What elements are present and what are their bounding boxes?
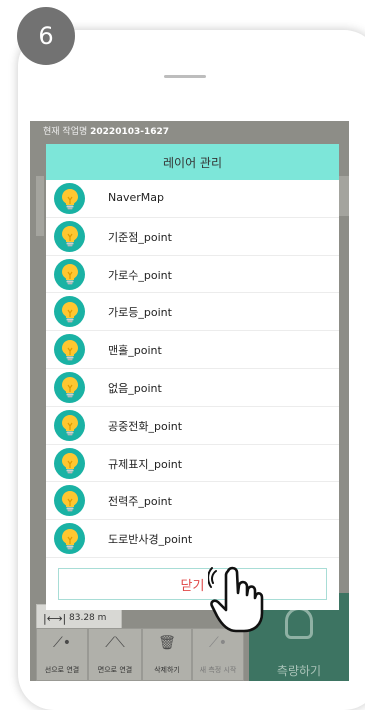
side-panel-right [339, 176, 349, 216]
trash-icon: 🗑 [158, 635, 176, 651]
layer-name: 기준점_point [108, 230, 172, 244]
lightbulb-icon[interactable] [54, 409, 85, 441]
layer-row[interactable]: 전력주_point [46, 482, 339, 521]
job-name-label: 현재 작업명 20220103-1627 [43, 127, 170, 137]
layer-name: 맨홀_point [108, 344, 162, 358]
layer-row[interactable]: NaverMap [46, 180, 339, 218]
ruler-arrows-icon: |⟷| [43, 612, 67, 625]
line-connect-button[interactable]: ⟋• 선으로 연결 [36, 628, 88, 681]
layer-row[interactable]: 가로등_point [46, 293, 339, 332]
lightbulb-icon[interactable] [54, 485, 85, 517]
layer-name: 가로수_point [108, 268, 172, 282]
surveying-icon [285, 607, 313, 639]
layer-row[interactable]: 도로반사경_point [46, 520, 339, 558]
polygon-connect-button[interactable]: ⟋⟍ 면으로 연결 [88, 628, 142, 681]
layer-name: 전력주_point [108, 495, 172, 509]
line-connect-icon: ⟋• [52, 635, 72, 651]
layer-name: 공중전화_point [108, 419, 183, 433]
layer-list: NaverMap 기준점_point 가로수_point 가로등_point 맨홀_po… [46, 180, 339, 558]
lightbulb-icon[interactable] [54, 220, 85, 252]
lightbulb-icon[interactable] [54, 296, 85, 328]
lightbulb-icon[interactable] [54, 371, 85, 403]
layer-row[interactable]: 가로수_point [46, 256, 339, 294]
new-measure-icon: ⟋• [208, 635, 228, 651]
new-measure-button[interactable]: ⟋• 새 측정 시작 [192, 628, 244, 681]
app-header: 현재 작업명 20220103-1627 [30, 121, 349, 143]
delete-button[interactable]: 🗑 삭제하기 [142, 628, 192, 681]
layer-name: 가로등_point [108, 306, 172, 320]
scale-value: 83.28 m [69, 613, 107, 623]
lightbulb-icon[interactable] [54, 334, 85, 366]
step-badge: 6 [17, 7, 75, 65]
layer-name: NaverMap [108, 191, 164, 204]
lightbulb-icon[interactable] [54, 523, 85, 555]
measure-label: 측량하기 [276, 664, 322, 678]
lightbulb-icon[interactable] [54, 183, 85, 214]
layer-name: 도로반사경_point [108, 533, 193, 547]
delete-label: 삭제하기 [154, 666, 180, 674]
hand-pointer-icon [208, 566, 264, 633]
close-button[interactable]: 닫기 [58, 568, 327, 600]
lightbulb-icon[interactable] [54, 447, 85, 479]
layer-name: 없음_point [108, 381, 162, 395]
dialog-title: 레이어 관리 [46, 144, 339, 180]
layer-row[interactable]: 맨홀_point [46, 331, 339, 369]
polygon-connect-icon: ⟋⟍ [105, 635, 125, 651]
lightbulb-icon[interactable] [54, 258, 85, 290]
phone-speaker [164, 75, 206, 78]
layer-name: 규제표지_point [108, 457, 183, 471]
layer-manager-dialog: 레이어 관리 NaverMap 기준점_point 가로수_point 가로등_poi… [46, 144, 339, 610]
line-connect-label: 선으로 연결 [44, 666, 80, 674]
layer-row[interactable]: 기준점_point [46, 218, 339, 256]
side-panel-left [36, 176, 44, 236]
layer-row[interactable]: 없음_point [46, 369, 339, 407]
job-name-value: 20220103-1627 [90, 127, 170, 137]
polygon-connect-label: 면으로 연결 [97, 666, 133, 674]
new-measure-label: 새 측정 시작 [199, 666, 237, 674]
layer-row[interactable]: 공중전화_point [46, 407, 339, 445]
layer-row[interactable]: 규제표지_point [46, 445, 339, 483]
